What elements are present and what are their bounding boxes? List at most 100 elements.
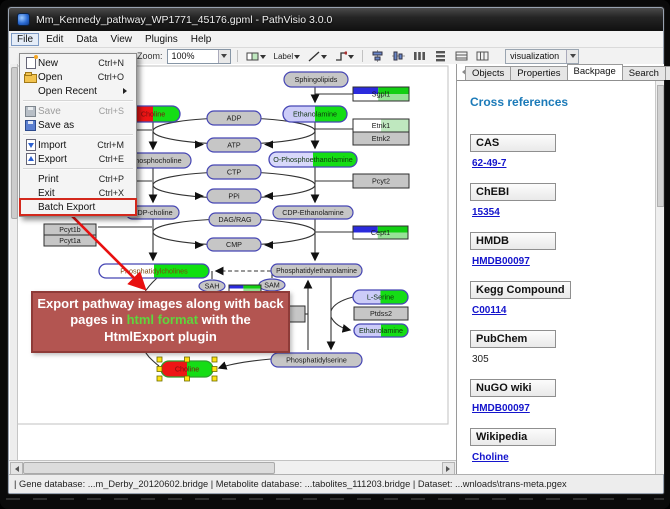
xref-link[interactable]: HMDB00097 [472, 403, 650, 414]
pathway-node-sam[interactable]: SAM [259, 279, 285, 291]
label-tool[interactable]: Label [272, 49, 303, 63]
selection-handle[interactable] [157, 357, 162, 362]
pathway-node-ppi[interactable]: PPi [207, 189, 261, 203]
pathway-node-phosphatidylethanolamine[interactable]: Phosphatidylethanolamine [271, 264, 362, 277]
xref-link[interactable]: Choline [472, 452, 650, 463]
panel-scrollbar[interactable] [655, 81, 664, 474]
pathway-node-cdp-ethanolamine[interactable]: CDP-Ethanolamine [273, 206, 353, 219]
menu-view[interactable]: View [104, 33, 138, 46]
align-center-icon[interactable] [369, 49, 386, 63]
scroll-left-icon[interactable] [10, 462, 23, 474]
svg-text:CTP: CTP [227, 168, 242, 177]
zoom-select[interactable]: 100% [167, 49, 231, 64]
pathway-node-pcyt1a[interactable]: Pcyt1a [44, 235, 96, 246]
pathway-node-choline-selected[interactable]: Choline [157, 357, 217, 381]
gene-tool[interactable] [244, 49, 268, 63]
menu-plugins[interactable]: Plugins [139, 33, 184, 46]
import-icon [26, 139, 36, 151]
title-bar[interactable]: Mm_Kennedy_pathway_WP1771_45176.gpml - P… [9, 8, 663, 31]
svg-text:Sphingolipids: Sphingolipids [295, 75, 338, 84]
status-bar: | Gene database: ...m_Derby_20120602.bri… [9, 474, 663, 493]
menu-item-shortcut: Ctrl+O [98, 72, 133, 82]
tab-search[interactable]: Search [622, 66, 666, 80]
pathway-node-pcyt1b[interactable]: Pcyt1b [44, 224, 96, 235]
selection-handle[interactable] [185, 376, 190, 381]
xref-link[interactable]: HMDB00097 [472, 256, 650, 267]
file-menu-item-save[interactable]: SaveCtrl+S [21, 104, 135, 118]
selection-handle[interactable] [212, 376, 217, 381]
pathway-node-etnk1[interactable]: Etnk1 [353, 119, 409, 132]
pathway-node-phosphatidylserine[interactable]: Phosphatidylserine [271, 353, 362, 367]
saveas-icon [25, 120, 36, 131]
file-menu-item-new[interactable]: NewCtrl+N [21, 56, 135, 70]
selection-handle[interactable] [212, 367, 217, 372]
file-menu-item-export[interactable]: ExportCtrl+E [21, 152, 135, 166]
xref-value: 305 [472, 354, 650, 365]
pathway-node-l-serine[interactable]: L-Serine [353, 290, 408, 304]
menu-help[interactable]: Help [185, 33, 218, 46]
visualization-select[interactable]: visualization [505, 49, 579, 64]
zoom-label: Zoom: [137, 51, 163, 61]
pathway-node-sphingolipids[interactable]: Sphingolipids [284, 72, 348, 87]
scrollbar-thumb[interactable] [657, 85, 664, 207]
canvas-vertical-scrollbar[interactable] [10, 64, 18, 461]
selection-handle[interactable] [212, 357, 217, 362]
xref-link[interactable]: 15354 [472, 207, 650, 218]
pathway-node-atp[interactable]: ATP [207, 138, 261, 152]
distribute-horizontal-icon[interactable] [411, 49, 428, 63]
pathway-node-cept1[interactable]: Cept1 [353, 226, 408, 239]
pathway-node-ethanolamine-bottom[interactable]: Ethanolamine [354, 324, 408, 337]
menu-bar: FileEditDataViewPluginsHelp [9, 31, 663, 48]
selection-handle[interactable] [157, 367, 162, 372]
annotation-highlight: html format [127, 312, 199, 327]
file-menu-item-open-recent[interactable]: Open Recent [21, 84, 135, 98]
pathway-node-cmp[interactable]: CMP [207, 238, 261, 251]
svg-text:Ptdss2: Ptdss2 [370, 309, 392, 318]
file-menu-item-import[interactable]: ImportCtrl+M [21, 138, 135, 152]
pathway-node-ctp[interactable]: CTP [207, 165, 261, 179]
tab-backpage[interactable]: Backpage [567, 64, 623, 80]
scrollbar-thumb[interactable] [23, 462, 275, 474]
pathway-node-etnk2[interactable]: Etnk2 [353, 132, 409, 145]
save-icon [25, 106, 36, 117]
svg-text:Ethanolamine: Ethanolamine [359, 326, 403, 335]
xref-link[interactable]: 62-49-7 [472, 158, 650, 169]
pathway-node-ptdss2[interactable]: Ptdss2 [354, 307, 408, 320]
file-menu-item-batch-export[interactable]: Batch Export [21, 200, 135, 214]
stack-horizontal-icon[interactable] [453, 49, 470, 63]
svg-text:ATP: ATP [227, 141, 241, 150]
pathway-node-ethanolamine-top[interactable]: Ethanolamine [283, 106, 347, 122]
pathway-node-sgpl1[interactable]: Sgpl1 [353, 87, 409, 101]
chevron-down-icon[interactable] [218, 50, 230, 63]
pathway-node-pcyt2[interactable]: Pcyt2 [353, 174, 409, 188]
xref-header: Kegg Compound [470, 281, 571, 299]
pathway-node-dag[interactable]: DAG/RAG [209, 213, 261, 226]
tab-objects[interactable]: Objects [465, 66, 511, 80]
align-middle-icon[interactable] [390, 49, 407, 63]
stack-vertical-icon[interactable] [474, 49, 491, 63]
selection-handle[interactable] [157, 376, 162, 381]
canvas-horizontal-scrollbar[interactable] [9, 460, 456, 474]
connector-tool[interactable] [333, 49, 356, 63]
chevron-down-icon[interactable] [566, 50, 578, 63]
file-menu: NewCtrl+NOpenCtrl+O Open Recent SaveCtrl+S… [19, 53, 137, 217]
menu-data[interactable]: Data [70, 33, 103, 46]
distribute-vertical-icon[interactable] [432, 49, 449, 63]
scrollbar-thumb[interactable] [11, 67, 18, 219]
menu-file[interactable]: File [11, 33, 39, 46]
pathway-node-phosphatidylcholines[interactable]: Phosphatidylcholines [99, 264, 209, 278]
line-tool[interactable] [306, 49, 329, 63]
scroll-right-icon[interactable] [442, 462, 455, 474]
tab-properties[interactable]: Properties [510, 66, 567, 80]
pathway-node-o-phosphoethanolamine[interactable]: O-Phosphoethanolamine [269, 152, 357, 167]
file-menu-item-open[interactable]: OpenCtrl+O [21, 70, 135, 84]
xref-link[interactable]: C00114 [472, 305, 650, 316]
pathway-node-adp[interactable]: ADP [207, 111, 261, 125]
tab-legend[interactable]: Legend [665, 66, 670, 80]
selection-handle[interactable] [185, 357, 190, 362]
menu-edit[interactable]: Edit [40, 33, 69, 46]
file-menu-item-save-as[interactable]: Save as [21, 118, 135, 132]
svg-text:Etnk2: Etnk2 [372, 134, 390, 143]
file-menu-item-print[interactable]: PrintCtrl+P [21, 172, 135, 186]
menu-item-label: Open Recent [38, 86, 123, 97]
